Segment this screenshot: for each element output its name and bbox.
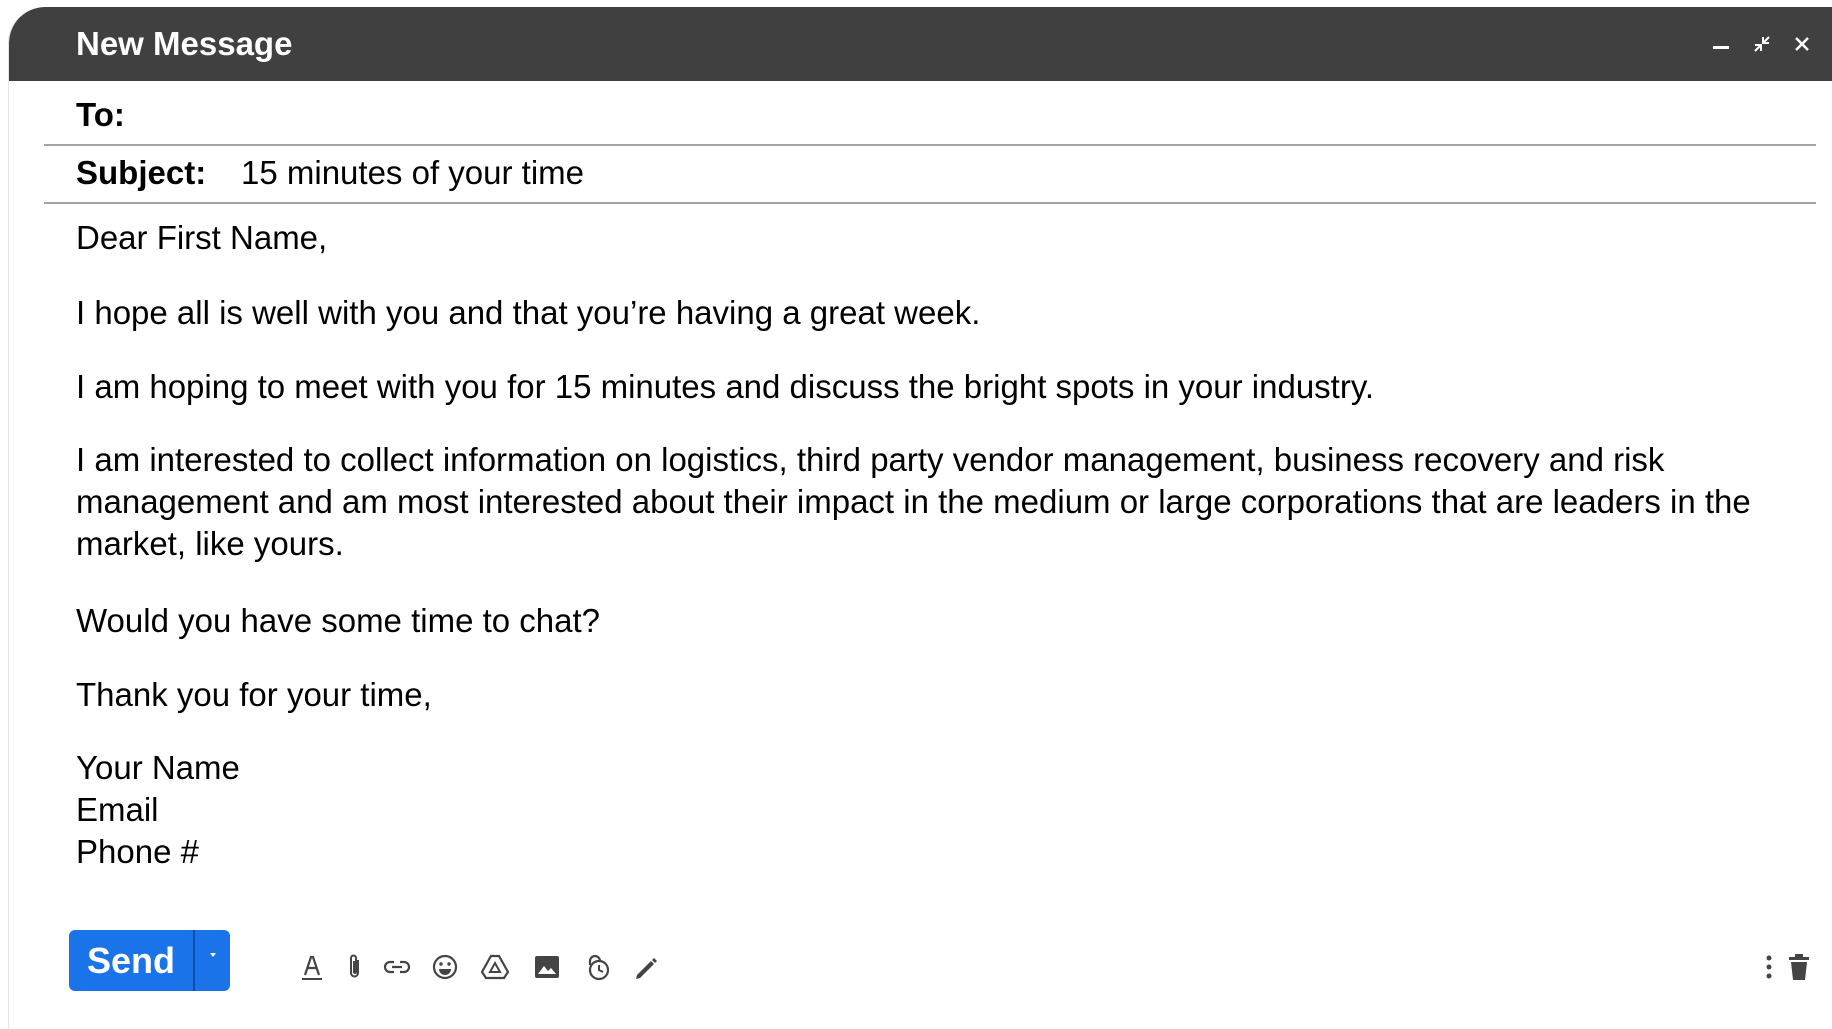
compose-window: New Message To: Subject: 15 minutes of y… xyxy=(9,7,1832,1029)
body-paragraph-3: I am interested to collect information o… xyxy=(76,441,1751,562)
signature-email: Email xyxy=(76,791,159,828)
subject-label: Subject: xyxy=(76,154,207,191)
link-icon[interactable] xyxy=(381,951,413,983)
minimize-icon[interactable] xyxy=(1710,33,1732,55)
attach-icon[interactable] xyxy=(339,951,371,983)
photo-icon[interactable] xyxy=(531,951,563,983)
compose-titlebar[interactable]: New Message xyxy=(9,7,1832,81)
body-paragraph-2: I am hoping to meet with you for 15 minu… xyxy=(76,368,1375,405)
greeting-text: Dear First Name, xyxy=(76,219,328,256)
to-field-row: To: xyxy=(44,81,1816,146)
send-options-button[interactable] xyxy=(195,930,230,991)
signature-name: Your Name xyxy=(76,749,240,786)
confidential-icon[interactable] xyxy=(581,951,613,983)
signature-icon[interactable] xyxy=(629,951,661,983)
send-button[interactable]: Send xyxy=(69,930,193,991)
to-input[interactable] xyxy=(144,81,1788,137)
closing-text: Thank you for your time, xyxy=(76,676,432,713)
subject-field-row[interactable]: Subject: 15 minutes of your time xyxy=(44,146,1816,204)
send-button-group: Send xyxy=(69,930,230,991)
dropdown-arrow-icon xyxy=(210,953,216,957)
emoji-icon[interactable] xyxy=(429,951,461,983)
formatting-icon[interactable] xyxy=(296,951,328,983)
subject-input[interactable]: 15 minutes of your time xyxy=(241,154,584,192)
more-options-icon[interactable] xyxy=(1753,951,1785,983)
compose-title: New Message xyxy=(76,25,293,62)
body-paragraph-4: Would you have some time to chat? xyxy=(76,602,601,639)
drive-icon[interactable] xyxy=(479,951,511,983)
signature-phone: Phone # xyxy=(76,833,199,870)
body-paragraph-1: I hope all is well with you and that you… xyxy=(76,294,981,331)
exit-fullscreen-icon[interactable] xyxy=(1751,33,1773,55)
trash-icon[interactable] xyxy=(1783,951,1815,983)
to-label: To: xyxy=(76,96,125,133)
close-icon[interactable] xyxy=(1791,33,1813,55)
